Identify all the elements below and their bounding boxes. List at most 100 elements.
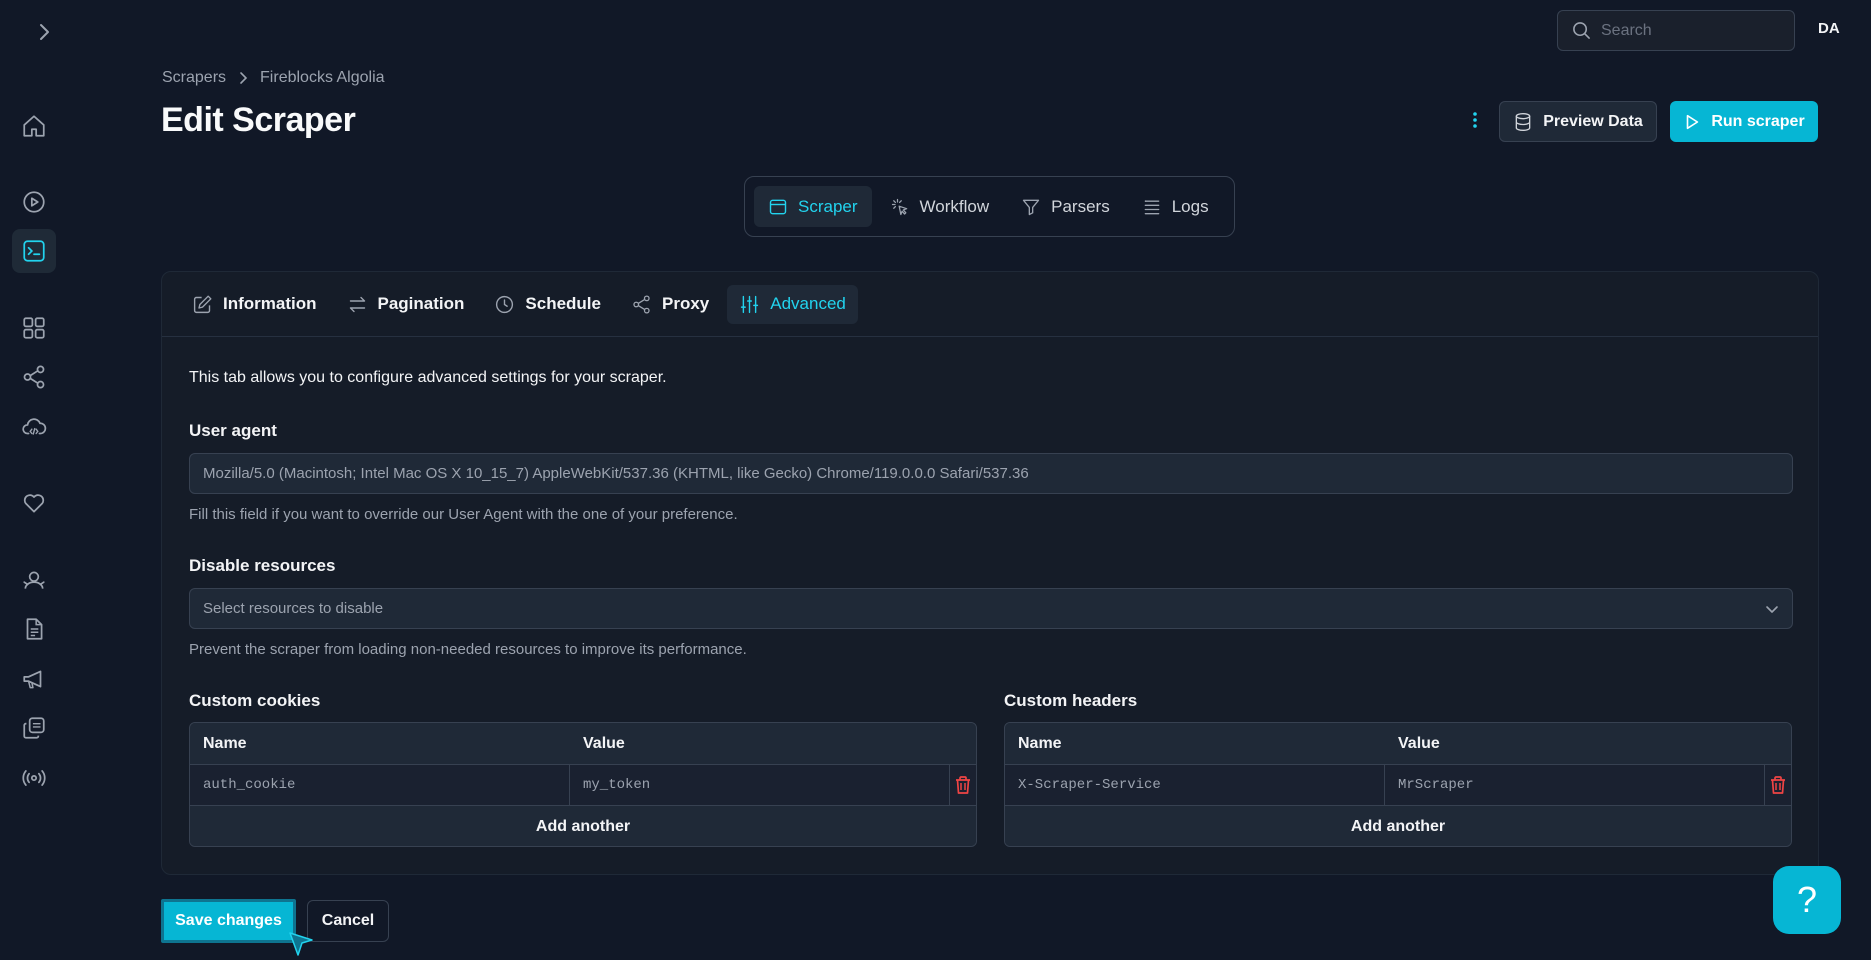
subtab-schedule[interactable]: Schedule: [482, 285, 613, 324]
play-icon: [1687, 114, 1699, 129]
table-header: Name Value: [1005, 723, 1791, 765]
custom-headers-table: Name Value Add another: [1004, 722, 1792, 847]
play-circle-icon: [23, 191, 45, 213]
sidebar-item-duplicates[interactable]: [12, 706, 56, 750]
column-header-name: Name: [1018, 734, 1062, 752]
mouse-pointer-icon: [289, 932, 313, 956]
table-row: [1005, 765, 1791, 806]
add-cookie-button[interactable]: Add another: [190, 806, 976, 846]
column-header-value: Value: [1398, 734, 1440, 752]
megaphone-icon: [23, 670, 42, 689]
subtab-proxy-label: Proxy: [662, 294, 710, 313]
home-icon: [23, 115, 45, 137]
filter-icon: [1022, 199, 1040, 215]
breadcrumb-scrapers-link[interactable]: Scrapers: [162, 69, 226, 87]
user-agent-help: Fill this field if you want to override …: [189, 506, 738, 523]
column-header-name: Name: [203, 734, 247, 752]
sidebar: [0, 0, 68, 960]
advanced-intro-text: This tab allows you to configure advance…: [189, 369, 667, 386]
breadcrumb: Scrapers Fireblocks Algolia: [162, 69, 385, 87]
tab-logs[interactable]: Logs: [1128, 186, 1223, 227]
sidebar-item-docs[interactable]: [12, 607, 56, 651]
disable-resources-help: Prevent the scraper from loading non-nee…: [189, 641, 747, 658]
search-box[interactable]: [1557, 10, 1795, 51]
database-icon: [1515, 112, 1531, 131]
column-header-value: Value: [583, 734, 625, 752]
custom-cookies-table: Name Value Add another: [189, 722, 977, 847]
cloud-code-icon: [22, 418, 47, 435]
sidebar-item-home[interactable]: [12, 104, 56, 148]
main-tabs: Scraper Workflow Parsers Logs: [744, 176, 1235, 237]
settings-panel: Information Pagination Schedule Proxy Ad…: [161, 271, 1819, 875]
sub-tabs: Information Pagination Schedule Proxy Ad…: [162, 272, 1818, 337]
run-scraper-button[interactable]: Run scraper: [1670, 101, 1818, 142]
search-input[interactable]: [1601, 21, 1781, 40]
tab-scraper[interactable]: Scraper: [754, 186, 872, 227]
save-changes-button[interactable]: Save changes: [161, 899, 296, 943]
custom-headers-label: Custom headers: [1004, 691, 1138, 710]
expand-sidebar-button[interactable]: [30, 18, 58, 46]
user-agent-input[interactable]: [203, 465, 1792, 482]
browser-window-icon: [769, 199, 787, 214]
arrows-swap-icon: [349, 296, 365, 312]
subtab-proxy[interactable]: Proxy: [619, 285, 721, 324]
chevron-right-icon: [40, 24, 49, 40]
tab-logs-label: Logs: [1171, 196, 1209, 216]
subtab-pagination-label: Pagination: [377, 294, 465, 313]
broadcast-icon: [22, 770, 46, 786]
sidebar-item-integrations[interactable]: [12, 355, 56, 399]
breadcrumb-current: Fireblocks Algolia: [260, 69, 385, 86]
trash-icon: [1771, 776, 1785, 794]
sidebar-item-favorites[interactable]: [12, 481, 56, 525]
cursor-click-icon: [891, 198, 907, 215]
cookie-value-cell[interactable]: [570, 765, 950, 805]
tab-workflow[interactable]: Workflow: [876, 186, 1004, 227]
subtab-advanced[interactable]: Advanced: [727, 284, 858, 324]
disable-resources-select[interactable]: [189, 588, 1793, 629]
sidebar-item-templates[interactable]: [12, 306, 56, 350]
tab-parsers[interactable]: Parsers: [1007, 186, 1124, 227]
subtab-information[interactable]: Information: [180, 285, 329, 324]
subtab-pagination[interactable]: Pagination: [335, 285, 477, 324]
cookie-name-cell[interactable]: [190, 765, 570, 805]
cookie-name-input[interactable]: [203, 777, 569, 793]
subtab-advanced-label: Advanced: [770, 294, 846, 313]
custom-cookies-label: Custom cookies: [189, 691, 321, 710]
chevron-right-icon: [240, 72, 248, 84]
preview-data-label: Preview Data: [1543, 112, 1643, 130]
delete-header-button[interactable]: [1765, 765, 1791, 805]
share-icon: [23, 365, 45, 389]
sidebar-item-api[interactable]: [12, 405, 56, 449]
user-agent-field[interactable]: [189, 453, 1793, 494]
preview-data-button[interactable]: Preview Data: [1499, 101, 1657, 142]
delete-cookie-button[interactable]: [950, 765, 976, 805]
trash-icon: [956, 776, 970, 794]
header-value-input[interactable]: [1398, 777, 1764, 793]
sidebar-item-announcements[interactable]: [12, 657, 56, 701]
user-icon: [23, 571, 45, 589]
table-header: Name Value: [190, 723, 976, 765]
terminal-icon: [23, 240, 45, 262]
header-value-cell[interactable]: [1385, 765, 1765, 805]
clock-icon: [496, 295, 514, 313]
cancel-button[interactable]: Cancel: [307, 900, 389, 942]
chevron-down-icon: [1766, 606, 1778, 613]
search-icon: [1573, 22, 1590, 39]
more-options-button[interactable]: [1465, 110, 1485, 135]
header-name-input[interactable]: [1018, 777, 1384, 793]
user-avatar[interactable]: DA: [1818, 20, 1840, 37]
sidebar-item-runs[interactable]: [12, 180, 56, 224]
disable-resources-input[interactable]: [203, 600, 1792, 617]
disable-resources-label: Disable resources: [189, 556, 336, 575]
cookie-value-input[interactable]: [583, 777, 949, 793]
sidebar-item-scrapers[interactable]: [12, 229, 56, 273]
help-button[interactable]: ?: [1773, 866, 1841, 934]
list-icon: [1144, 199, 1160, 214]
user-agent-label: User agent: [189, 421, 277, 440]
run-scraper-label: Run scraper: [1711, 112, 1805, 130]
header-name-cell[interactable]: [1005, 765, 1385, 805]
sidebar-item-account[interactable]: [12, 558, 56, 602]
sidebar-item-status[interactable]: [12, 756, 56, 800]
add-header-button[interactable]: Add another: [1005, 806, 1791, 846]
document-icon: [26, 618, 43, 640]
